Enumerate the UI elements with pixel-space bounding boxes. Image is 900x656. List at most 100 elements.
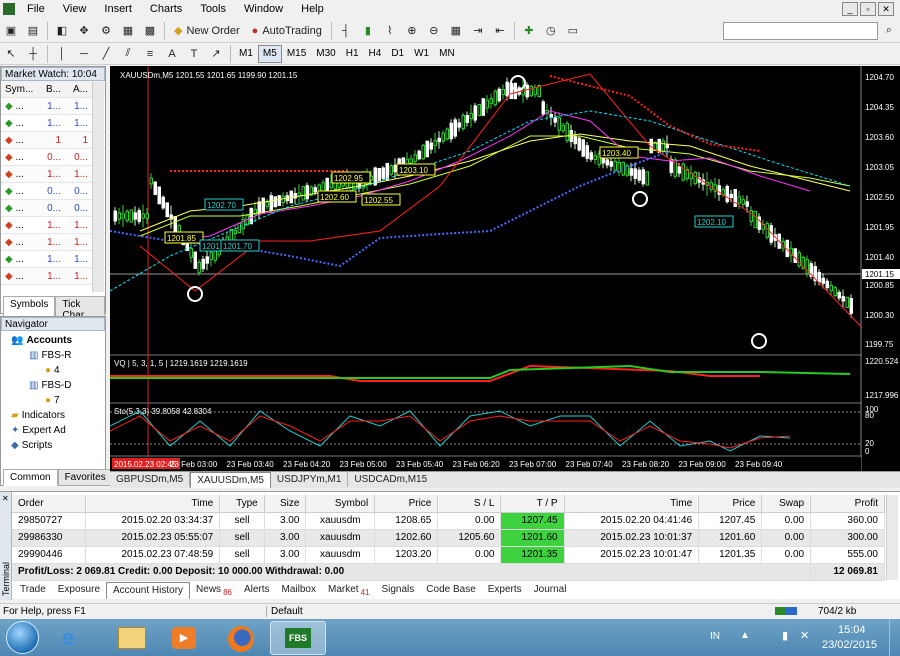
terminal-tab-account-history[interactable]: Account History	[106, 582, 191, 599]
terminal-scrollbar[interactable]	[886, 495, 898, 580]
channel-icon[interactable]: ⫽	[119, 45, 137, 63]
nav-account-7[interactable]: ● 7	[11, 393, 105, 408]
column-header[interactable]: T / P	[500, 495, 565, 513]
firefox-icon[interactable]	[228, 626, 254, 652]
terminal-close-icon[interactable]: ✕	[2, 494, 9, 503]
column-ask[interactable]: A...	[65, 84, 92, 95]
nav-account-fbs-r[interactable]: ▥ FBS-R	[11, 348, 105, 363]
autotrading-button[interactable]: ● AutoTrading	[248, 22, 326, 40]
chart-tab-gbpusd[interactable]: GBPUSDm,M5	[110, 472, 191, 487]
new-order-button[interactable]: ◆ New Order	[170, 22, 244, 40]
fbs-taskbar-button[interactable]: FBS	[270, 621, 326, 655]
horizontal-line-icon[interactable]: ─	[75, 45, 93, 63]
history-row[interactable]: 29986330 2015.02.23 05:55:07 sell 3.00 xauus…	[12, 529, 885, 547]
column-header[interactable]: Type	[219, 495, 265, 513]
tab-favorites[interactable]: Favorites	[57, 469, 113, 486]
bar-chart-icon[interactable]: ┤	[337, 22, 355, 40]
network-icon[interactable]: ▮	[782, 629, 788, 642]
cursor-icon[interactable]: ↖	[2, 45, 20, 63]
menu-tools[interactable]: Tools	[191, 3, 235, 15]
nav-expert-advisors[interactable]: ✦ Expert Ad	[11, 423, 105, 438]
timeframe-mn[interactable]: MN	[434, 45, 460, 63]
terminal-icon[interactable]: ▦	[119, 22, 137, 40]
terminal-tab-signals[interactable]: Signals	[375, 582, 420, 599]
new-chart-icon[interactable]: ▣	[2, 22, 20, 40]
timeframe-m5[interactable]: M5	[257, 44, 282, 63]
chart-window[interactable]: 1203.40 1203.10 1202.95 1202.60 1202.55 1201.…	[109, 66, 900, 471]
market-watch-row[interactable]: ◆ ... 1... 1...	[1, 98, 105, 115]
column-header[interactable]: S / L	[437, 495, 502, 513]
market-watch-row[interactable]: ◆ ... 1... 1...	[1, 268, 105, 285]
text-icon[interactable]: A	[163, 45, 181, 63]
indicators-icon[interactable]: ✚	[520, 22, 538, 40]
menu-help[interactable]: Help	[292, 3, 333, 15]
column-header[interactable]: Time	[85, 495, 221, 513]
close-icon[interactable]: ✕	[878, 2, 894, 16]
language-indicator[interactable]: IN	[710, 631, 720, 642]
column-header[interactable]: Swap	[761, 495, 812, 513]
market-watch-row[interactable]: ◆ ... 1... 1...	[1, 234, 105, 251]
zoom-out-icon[interactable]: ⊖	[425, 22, 443, 40]
candlestick-icon[interactable]: ▮	[359, 22, 377, 40]
trendline-icon[interactable]: ╱	[97, 45, 115, 63]
timeframe-m1[interactable]: M1	[234, 45, 258, 63]
search-icon[interactable]: ⌕	[880, 22, 898, 40]
column-header[interactable]: Profit	[810, 495, 885, 513]
line-chart-icon[interactable]: ⌇	[381, 22, 399, 40]
zoom-in-icon[interactable]: ⊕	[403, 22, 421, 40]
tab-common[interactable]: Common	[3, 469, 58, 486]
autoscroll-icon[interactable]: ⇥	[469, 22, 487, 40]
column-header[interactable]: Price	[374, 495, 439, 513]
profiles-icon[interactable]: ▤	[24, 22, 42, 40]
terminal-tab-mailbox[interactable]: Mailbox	[276, 582, 322, 599]
chart-tab-usdcad[interactable]: USDCADm,M15	[348, 472, 433, 487]
label-icon[interactable]: T	[185, 45, 203, 63]
column-header[interactable]: Price	[698, 495, 763, 513]
market-watch-scrollbar[interactable]	[92, 82, 104, 292]
chart-tab-usdjpy[interactable]: USDJPYm,M1	[271, 472, 349, 487]
chart-tab-xauusd[interactable]: XAUUSDm,M5	[190, 472, 271, 488]
market-watch-row[interactable]: ◆ ... 1... 1...	[1, 217, 105, 234]
market-watch-row[interactable]: ◆ ... 0... 0...	[1, 149, 105, 166]
search-input[interactable]	[723, 21, 878, 40]
terminal-tab-news[interactable]: News 86	[190, 582, 238, 599]
terminal-tab-market[interactable]: Market 41	[322, 582, 375, 599]
show-desktop-button[interactable]	[889, 619, 900, 656]
start-button-icon[interactable]	[6, 621, 39, 654]
market-watch-row[interactable]: ◆ ... 1... 1...	[1, 115, 105, 132]
volume-muted-icon[interactable]: ✕	[800, 629, 809, 642]
market-watch-row[interactable]: ◆ ... 0... 0...	[1, 183, 105, 200]
terminal-tab-experts[interactable]: Experts	[482, 582, 528, 599]
column-header[interactable]: Size	[264, 495, 307, 513]
history-row[interactable]: 29990446 2015.02.23 07:48:59 sell 3.00 xauus…	[12, 546, 885, 564]
terminal-tab-journal[interactable]: Journal	[528, 582, 573, 599]
column-symbol[interactable]: Sym...	[1, 84, 38, 95]
fibonacci-icon[interactable]: ≡	[141, 45, 159, 63]
menu-insert[interactable]: Insert	[95, 3, 141, 15]
menu-window[interactable]: Window	[235, 3, 292, 15]
nav-indicators[interactable]: ▰ Indicators	[11, 408, 105, 423]
timeframe-h4[interactable]: H4	[364, 45, 387, 63]
market-watch-row[interactable]: ◆ ... 1... 1...	[1, 166, 105, 183]
periods-icon[interactable]: ◷	[542, 22, 560, 40]
menu-charts[interactable]: Charts	[141, 3, 191, 15]
column-bid[interactable]: B...	[38, 84, 65, 95]
market-watch-icon[interactable]: ◧	[53, 22, 71, 40]
nav-scripts[interactable]: ◆ Scripts	[11, 438, 105, 453]
timeframe-w1[interactable]: W1	[409, 45, 434, 63]
menu-view[interactable]: View	[54, 3, 96, 15]
terminal-tab-trade[interactable]: Trade	[14, 582, 52, 599]
clock-date[interactable]: 23/02/2015	[822, 639, 877, 651]
history-row[interactable]: 29850727 2015.02.20 03:34:37 sell 3.00 xauus…	[12, 512, 885, 530]
crosshair-icon[interactable]: ┼	[24, 45, 42, 63]
market-watch-row[interactable]: ◆ ... 0... 0...	[1, 200, 105, 217]
terminal-tab-alerts[interactable]: Alerts	[238, 582, 276, 599]
ie-icon[interactable]: e	[62, 626, 88, 650]
arrows-icon[interactable]: ↗	[207, 45, 225, 63]
tile-windows-icon[interactable]: ▦	[447, 22, 465, 40]
terminal-tab-code-base[interactable]: Code Base	[420, 582, 481, 599]
navigator-icon[interactable]: ⚙	[97, 22, 115, 40]
restore-icon[interactable]: ▫	[860, 2, 876, 16]
market-watch-row[interactable]: ◆ ... 1... 1...	[1, 251, 105, 268]
media-player-icon[interactable]: ▶	[172, 627, 196, 649]
